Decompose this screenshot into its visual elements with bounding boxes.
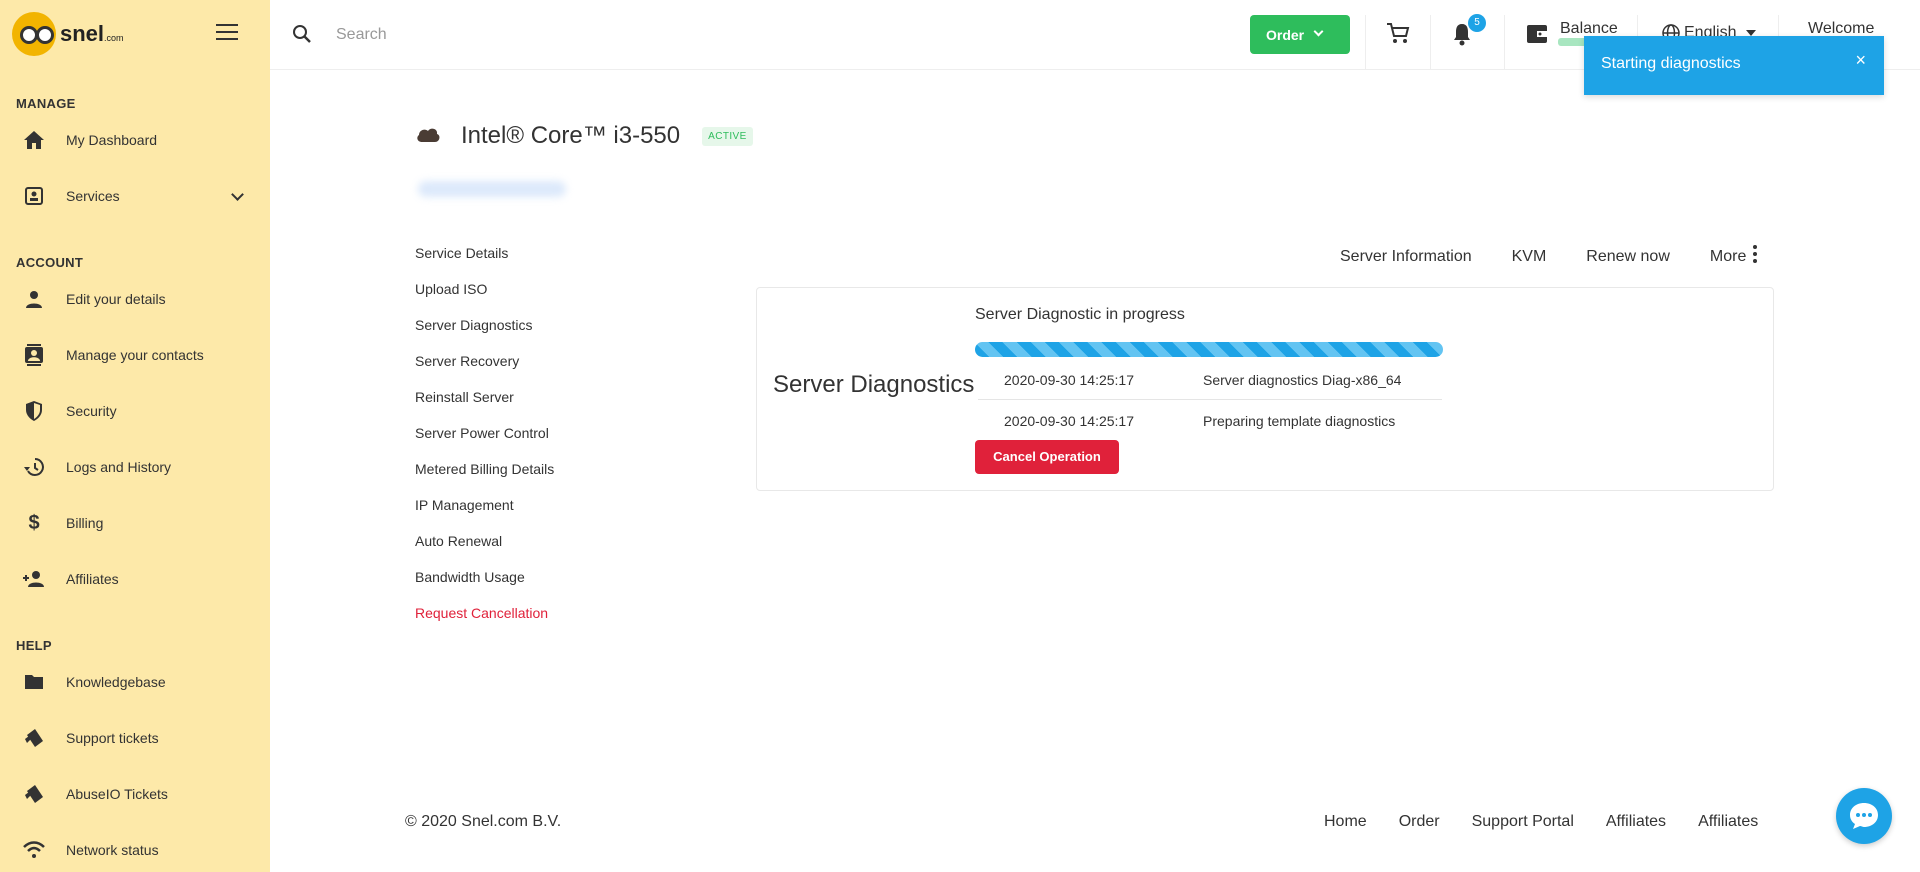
sidebar-item-security[interactable]: Security: [0, 391, 270, 431]
contacts-icon: [22, 343, 46, 367]
topbar-divider: [1504, 15, 1505, 70]
sidebar-item-network-status[interactable]: Network status: [0, 830, 270, 870]
hamburger-menu-icon[interactable]: [216, 24, 238, 42]
submenu-bandwidth-usage[interactable]: Bandwidth Usage: [415, 564, 635, 600]
wifi-icon: [22, 838, 46, 862]
sidebar-item-support-tickets[interactable]: Support tickets: [0, 718, 270, 758]
log-timestamp: 2020-09-30 14:25:17: [1004, 372, 1134, 388]
submenu-server-power-control[interactable]: Server Power Control: [415, 420, 635, 456]
person-icon: [22, 287, 46, 311]
ticket-icon: [22, 782, 46, 806]
footer-copyright: © 2020 Snel.com B.V.: [405, 813, 562, 830]
service-tabs: Server Information KVM Renew now More: [1340, 244, 1758, 269]
dollar-icon: $: [28, 511, 40, 534]
page-title: Intel® Core™ i3-550 ACTIVE: [415, 122, 753, 150]
toast-notification: Starting diagnostics ×: [1584, 36, 1884, 95]
footer-link-affiliates-2[interactable]: Affiliates: [1698, 813, 1758, 831]
history-icon: [22, 455, 46, 479]
log-timestamp: 2020-09-30 14:25:17: [1004, 413, 1134, 429]
submenu-server-recovery[interactable]: Server Recovery: [415, 348, 635, 384]
submenu-upload-iso[interactable]: Upload ISO: [415, 276, 635, 312]
progress-bar: [975, 342, 1443, 357]
cloud-icon: [415, 125, 441, 148]
search-input[interactable]: [336, 20, 836, 50]
brand-name: snel.com: [60, 21, 124, 46]
book-icon: [22, 670, 46, 694]
services-icon: [22, 184, 46, 208]
blurred-hostname: [418, 181, 566, 197]
sidebar-item-edit-details[interactable]: Edit your details: [0, 279, 270, 319]
group-icon: [22, 567, 46, 591]
server-name: Intel® Core™ i3-550: [461, 122, 681, 149]
wallet-icon[interactable]: [1526, 24, 1548, 49]
submenu-ip-management[interactable]: IP Management: [415, 492, 635, 528]
ticket-icon: [22, 726, 46, 750]
chevron-down-icon: [1313, 26, 1324, 37]
brand-logo[interactable]: snel.com: [12, 12, 124, 56]
log-message: Server diagnostics Diag-x86_64: [1203, 372, 1402, 388]
toast-message: Starting diagnostics: [1601, 55, 1741, 72]
tab-more[interactable]: More: [1710, 248, 1746, 266]
footer-link-support-portal[interactable]: Support Portal: [1472, 813, 1574, 831]
sidebar-item-my-dashboard[interactable]: My Dashboard: [0, 120, 270, 160]
diagnostics-title: Server Diagnostics: [773, 371, 975, 398]
kebab-menu-icon[interactable]: [1752, 244, 1758, 269]
notification-badge: 5: [1468, 14, 1486, 32]
section-title-manage: MANAGE: [16, 96, 76, 111]
status-badge: ACTIVE: [702, 126, 753, 146]
submenu-reinstall-server[interactable]: Reinstall Server: [415, 384, 635, 420]
chat-bubble-icon: [1850, 803, 1878, 829]
progress-title: Server Diagnostic in progress: [975, 306, 1185, 323]
sidebar: snel.com MANAGE My Dashboard Services AC…: [0, 0, 270, 872]
close-icon[interactable]: ×: [1855, 50, 1866, 71]
shield-icon: [22, 399, 46, 423]
sidebar-item-affiliates[interactable]: Affiliates: [0, 559, 270, 599]
section-title-help: HELP: [16, 638, 52, 653]
submenu-service-details[interactable]: Service Details: [415, 240, 635, 276]
submenu-auto-renewal[interactable]: Auto Renewal: [415, 528, 635, 564]
section-title-account: ACCOUNT: [16, 255, 84, 270]
bee-mascot-icon: [12, 12, 56, 56]
footer-links: Home Order Support Portal Affiliates Aff…: [1324, 813, 1790, 831]
sidebar-item-services[interactable]: Services: [0, 176, 270, 216]
chevron-down-icon[interactable]: [231, 188, 244, 201]
footer-link-order[interactable]: Order: [1399, 813, 1440, 831]
order-button[interactable]: Order: [1250, 15, 1350, 54]
submenu-request-cancellation[interactable]: Request Cancellation: [415, 600, 635, 636]
submenu-metered-billing[interactable]: Metered Billing Details: [415, 456, 635, 492]
tab-kvm[interactable]: KVM: [1512, 248, 1547, 266]
topbar-divider: [1430, 15, 1431, 70]
log-message: Preparing template diagnostics: [1203, 413, 1396, 429]
topbar-divider: [1365, 15, 1366, 70]
log-row: 2020-09-30 14:25:17 Server diagnostics D…: [978, 360, 1442, 400]
sidebar-item-abuseio-tickets[interactable]: AbuseIO Tickets: [0, 774, 270, 814]
footer-link-affiliates[interactable]: Affiliates: [1606, 813, 1666, 831]
tab-server-information[interactable]: Server Information: [1340, 248, 1472, 266]
tab-renew-now[interactable]: Renew now: [1586, 248, 1670, 266]
submenu-server-diagnostics[interactable]: Server Diagnostics: [415, 312, 635, 348]
sidebar-item-logs-history[interactable]: Logs and History: [0, 447, 270, 487]
cancel-operation-button[interactable]: Cancel Operation: [975, 440, 1119, 474]
sidebar-item-knowledgebase[interactable]: Knowledgebase: [0, 662, 270, 702]
chat-button[interactable]: [1836, 788, 1892, 844]
service-submenu: Service Details Upload ISO Server Diagno…: [415, 240, 635, 636]
log-row: 2020-09-30 14:25:17 Preparing template d…: [978, 401, 1442, 441]
sidebar-item-billing[interactable]: $ Billing: [0, 503, 270, 543]
cart-icon[interactable]: [1386, 22, 1410, 49]
home-icon: [22, 128, 46, 152]
sidebar-item-manage-contacts[interactable]: Manage your contacts: [0, 335, 270, 375]
search-icon[interactable]: [292, 24, 312, 49]
footer-link-home[interactable]: Home: [1324, 813, 1367, 831]
diagnostics-card: Server Diagnostics Server Diagnostic in …: [756, 287, 1774, 491]
